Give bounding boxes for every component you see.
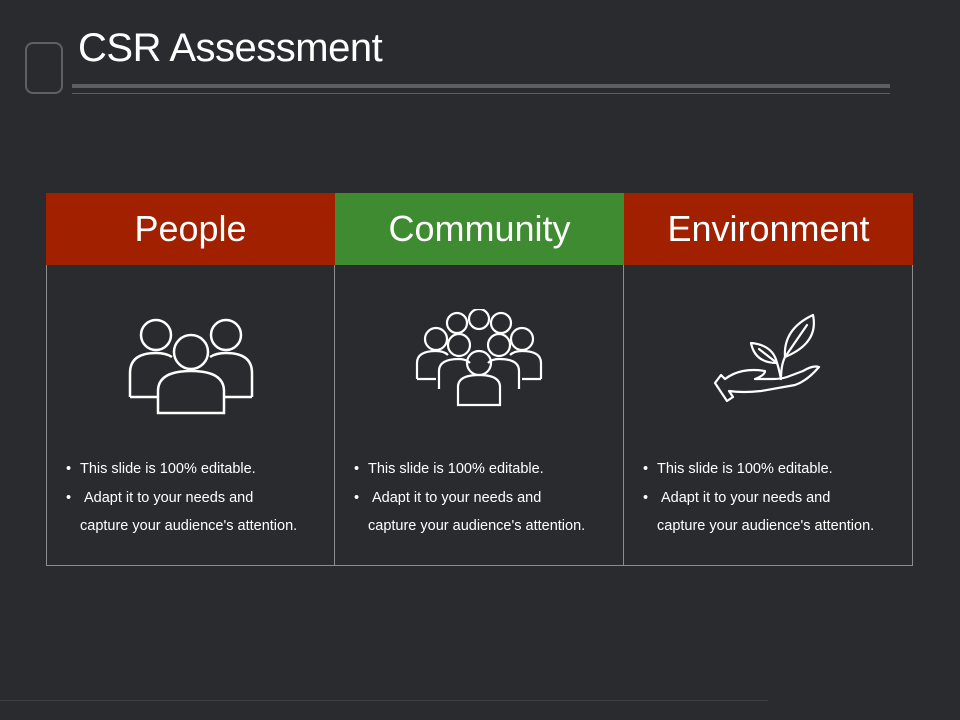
slide-title: CSR Assessment bbox=[78, 26, 383, 70]
bullet-item: This slide is 100% editable. bbox=[66, 455, 297, 484]
bullet-item: This slide is 100% editable. bbox=[643, 455, 874, 484]
hand-plant-icon bbox=[713, 313, 821, 403]
panel-header-people: People bbox=[46, 193, 335, 265]
panel-header-environment: Environment bbox=[624, 193, 913, 265]
bullet-list-people: This slide is 100% editable. Adapt it to… bbox=[66, 455, 297, 541]
bullet-item: Adapt it to your needs andcapture your a… bbox=[66, 484, 297, 541]
title-underline-thick bbox=[72, 84, 890, 88]
panel-environment: Environment This slide is 100% editable.… bbox=[624, 193, 913, 566]
panel-people: People This slide is 100% editable. Adap… bbox=[46, 193, 335, 566]
bullet-item: This slide is 100% editable. bbox=[354, 455, 585, 484]
footer-divider bbox=[0, 700, 768, 701]
bullet-item: Adapt it to your needs andcapture your a… bbox=[643, 484, 874, 541]
title-underline-thin bbox=[72, 93, 890, 94]
bullet-list-environment: This slide is 100% editable. Adapt it to… bbox=[643, 455, 874, 541]
bullet-item: Adapt it to your needs andcapture your a… bbox=[354, 484, 585, 541]
community-crowd-icon bbox=[415, 309, 543, 407]
people-group-icon bbox=[128, 318, 253, 415]
panel-body-community: This slide is 100% editable. Adapt it to… bbox=[335, 265, 624, 566]
panel-body-environment: This slide is 100% editable. Adapt it to… bbox=[624, 265, 913, 566]
bullet-list-community: This slide is 100% editable. Adapt it to… bbox=[354, 455, 585, 541]
panel-body-people: This slide is 100% editable. Adapt it to… bbox=[46, 265, 335, 566]
corner-bracket-decoration bbox=[25, 42, 63, 94]
panel-header-community: Community bbox=[335, 193, 624, 265]
panel-community: Community This slide is 100% editable. bbox=[335, 193, 624, 566]
